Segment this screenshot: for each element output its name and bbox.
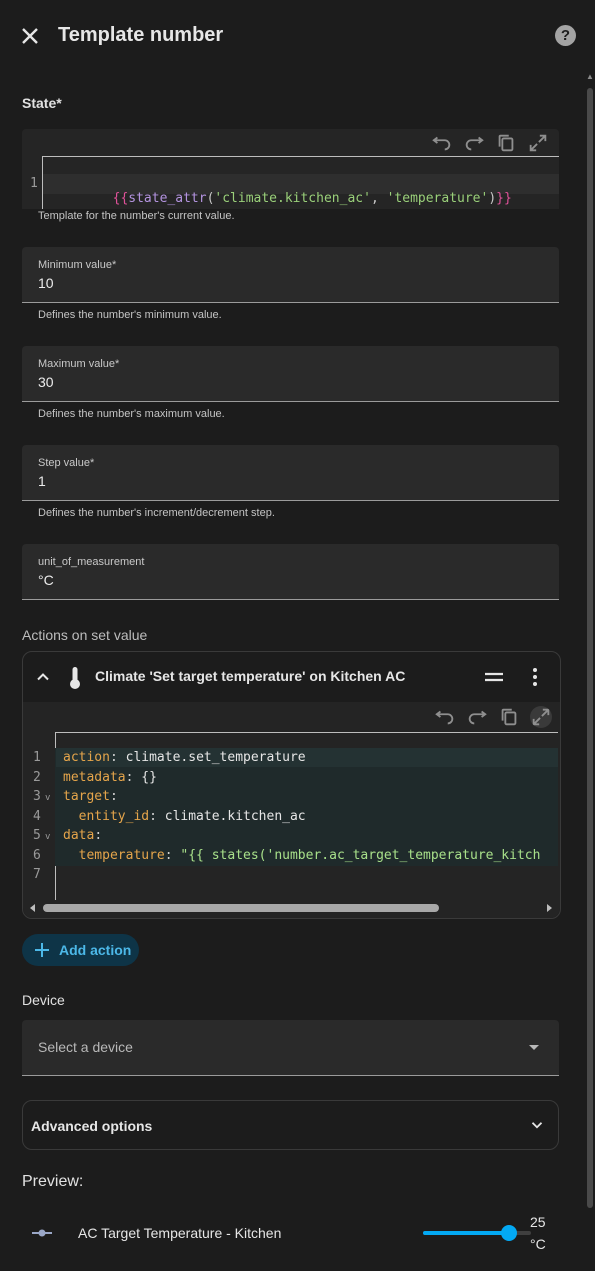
template-open-brace: {{ (112, 191, 129, 206)
template-function: state_attr (128, 191, 207, 206)
minimum-value-label: Minimum value* (38, 259, 117, 271)
scroll-up-arrow-icon[interactable]: ▲ (586, 72, 594, 81)
yaml-horizontal-scrollbar[interactable] (27, 902, 555, 914)
scroll-right-arrow-icon[interactable] (545, 904, 553, 912)
yaml-line-number: 1 (33, 750, 41, 765)
yaml-line-code: entity_id: climate.kitchen_ac (63, 808, 306, 824)
actions-section-label: Actions on set value (22, 627, 148, 643)
action-card-title: Climate 'Set target temperature' on Kitc… (95, 668, 406, 684)
device-select-placeholder: Select a device (38, 1039, 133, 1055)
add-action-button[interactable]: Add action (22, 934, 139, 966)
unit-label: unit_of_measurement (38, 556, 145, 568)
yaml-editor-border (55, 732, 558, 733)
yaml-line-number: 5 (33, 828, 41, 843)
dialog-header: Template number ? (0, 0, 595, 72)
fullscreen-icon[interactable] (527, 132, 549, 154)
close-icon[interactable] (18, 24, 42, 48)
template-arg-1: 'climate.kitchen_ac' (214, 191, 371, 206)
maximum-helper: Defines the number's maximum value. (38, 408, 225, 420)
minimum-value-input[interactable]: 10 (38, 275, 54, 291)
preview-entity-row: AC Target Temperature - Kitchen 25 °C (0, 1208, 595, 1258)
yaml-redo-icon[interactable] (466, 706, 488, 728)
redo-icon[interactable] (463, 132, 485, 154)
yaml-line: 7 (23, 867, 560, 886)
more-vertical-icon[interactable] (525, 667, 545, 687)
device-section-label: Device (22, 992, 65, 1008)
yaml-line: 6 temperature: "{{ states('number.ac_tar… (23, 848, 560, 867)
preview-value: 25 (530, 1214, 546, 1230)
scroll-left-arrow-icon[interactable] (29, 904, 37, 912)
chevron-up-icon[interactable] (33, 667, 53, 687)
caret-down-icon (529, 1045, 539, 1050)
copy-icon[interactable] (495, 132, 517, 154)
yaml-fullscreen-icon[interactable] (530, 706, 552, 728)
step-helper: Defines the number's increment/decrement… (38, 507, 275, 519)
preview-entity-name: AC Target Temperature - Kitchen (78, 1225, 282, 1241)
add-action-label: Add action (59, 942, 132, 958)
unit-of-measurement-field[interactable]: unit_of_measurement °C (22, 544, 559, 600)
yaml-undo-icon[interactable] (434, 706, 456, 728)
action-card-header[interactable]: Climate 'Set target temperature' on Kitc… (23, 652, 560, 702)
slider-thumb[interactable] (501, 1225, 518, 1241)
step-value-label: Step value* (38, 457, 95, 469)
maximum-value-label: Maximum value* (38, 358, 120, 370)
maximum-value-field[interactable]: Maximum value* 30 (22, 346, 559, 402)
template-arg-2: 'temperature' (386, 191, 489, 206)
editor-border (42, 156, 559, 157)
step-value-input[interactable]: 1 (38, 473, 46, 489)
device-select[interactable]: Select a device (22, 1020, 559, 1076)
fold-chevron-icon[interactable]: v (45, 793, 50, 803)
fold-chevron-icon[interactable]: v (45, 832, 50, 842)
undo-icon[interactable] (431, 132, 453, 154)
maximum-value-input[interactable]: 30 (38, 374, 54, 390)
yaml-line-code: temperature: "{{ states('number.ac_targe… (63, 847, 541, 863)
advanced-options-expander[interactable]: Advanced options (22, 1100, 559, 1150)
thermometer-icon (70, 667, 80, 689)
yaml-line: 1 action: climate.set_temperature (23, 750, 560, 769)
preview-slider[interactable] (423, 1225, 531, 1241)
line-number: 1 (30, 176, 38, 191)
page-scrollbar[interactable]: ▲ (585, 70, 595, 1271)
yaml-line: 4 entity_id: climate.kitchen_ac (23, 809, 560, 828)
yaml-line-number: 2 (33, 769, 41, 785)
slider-fill (423, 1231, 510, 1235)
advanced-options-label: Advanced options (31, 1118, 153, 1134)
state-label: State* (22, 95, 62, 111)
action-card: Climate 'Set target temperature' on Kitc… (22, 651, 561, 919)
scroll-thumb[interactable] (587, 88, 593, 1208)
state-helper: Template for the number's current value. (38, 210, 235, 222)
template-close-brace: }} (496, 191, 512, 206)
step-value-field[interactable]: Step value* 1 (22, 445, 559, 501)
yaml-line: 2 metadata: {} (23, 770, 560, 789)
yaml-line-number: 7 (33, 867, 41, 882)
template-paren-close: ) (488, 191, 497, 206)
yaml-line-code: target: (63, 789, 118, 804)
yaml-copy-icon[interactable] (498, 706, 520, 728)
yaml-line-number: 6 (33, 847, 41, 863)
template-number-dialog: Template number ? ▲ State* 1 {{state_att… (0, 0, 595, 1271)
yaml-line-number: 4 (33, 808, 41, 824)
plus-icon (35, 943, 49, 957)
yaml-line-number: 3 (33, 789, 41, 804)
preview-unit: °C (530, 1236, 546, 1252)
dialog-title: Template number (58, 24, 224, 46)
yaml-line-code: data: (63, 828, 103, 843)
help-icon[interactable]: ? (555, 25, 576, 46)
yaml-line: 3 v target: (23, 789, 560, 808)
yaml-line-code: action: climate.set_temperature (63, 750, 306, 765)
yaml-line-code: metadata: {} (63, 769, 157, 785)
yaml-editor[interactable]: 1 action: climate.set_temperature 2 metadat… (23, 702, 560, 918)
minimum-value-field[interactable]: Minimum value* 10 (22, 247, 559, 303)
state-template-editor[interactable]: 1 {{state_attr('climate.kitchen_ac', 'te… (22, 129, 559, 209)
template-comma: , (370, 191, 387, 206)
preview-label: Preview: (22, 1173, 84, 1190)
minimum-helper: Defines the number's minimum value. (38, 309, 222, 321)
chevron-down-icon (531, 1122, 543, 1129)
yaml-line: 5 v data: (23, 828, 560, 847)
yaml-scroll-thumb[interactable] (43, 904, 439, 912)
slider-entity-icon (32, 1229, 52, 1237)
drag-handle-icon[interactable] (483, 669, 505, 685)
unit-input[interactable]: °C (38, 572, 54, 588)
